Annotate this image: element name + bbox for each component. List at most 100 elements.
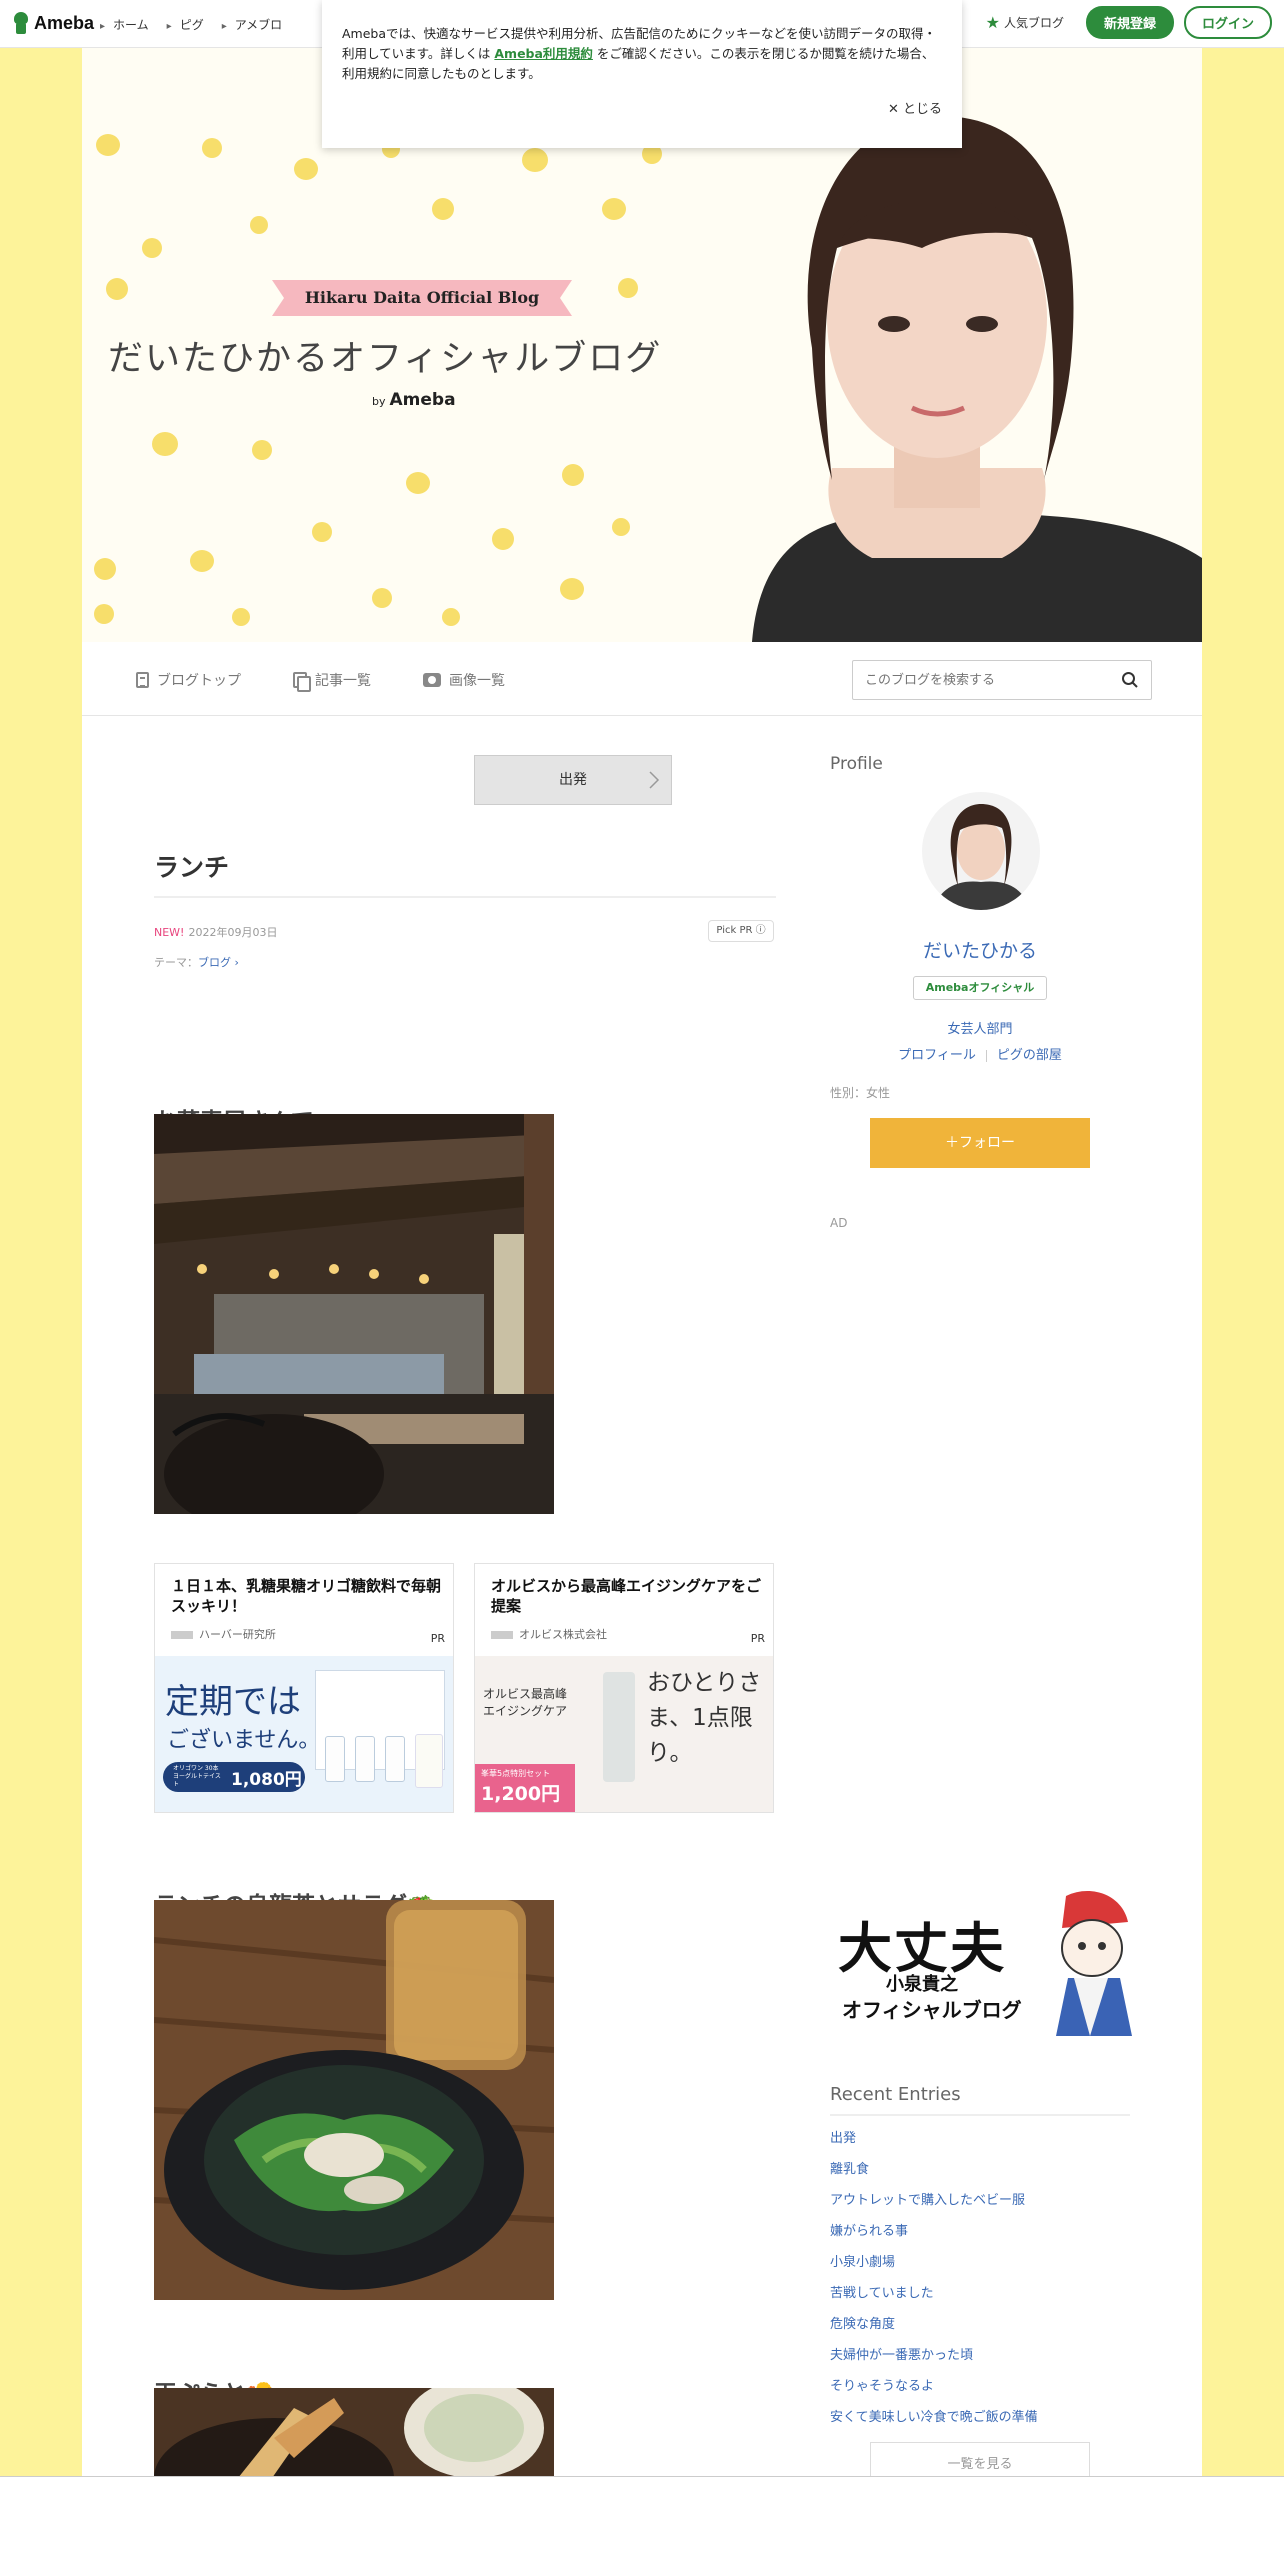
recent-entry-link[interactable]: そりゃそうなるよ: [830, 2376, 1038, 2407]
entry-date: 2022年09月03日: [188, 926, 278, 939]
ad-1-product: オリゴワン 30本 ヨーグルトテイスト: [173, 1765, 221, 1788]
pick-pr-button[interactable]: Pick PR ⓘ: [708, 920, 774, 942]
recent-entry-link[interactable]: 夫婦仲が一番悪かった頃: [830, 2345, 1038, 2376]
ad-2-sponsor: オルビス株式会社: [491, 1626, 607, 1642]
link-separator: [985, 1049, 987, 1062]
ad-card-2[interactable]: オルビスから最高峰エイジングケアをご提案 オルビス株式会社 PR オルビス最高峰…: [474, 1563, 774, 1813]
recent-entry-link[interactable]: アウトレットで購入したベビー服: [830, 2190, 1038, 2221]
search-icon[interactable]: [1121, 671, 1139, 689]
popular-blog-label: 人気ブログ: [1003, 16, 1064, 30]
ad-1-glass-image: [415, 1734, 443, 1788]
ad-2-bottle-image: [603, 1672, 635, 1782]
profile-name[interactable]: だいたひかる: [830, 936, 1130, 963]
bottom-bar: [0, 2476, 1284, 2568]
global-nav: ホーム ピグ アメブロ: [100, 16, 282, 33]
sponsor-logo-icon: [171, 1631, 193, 1639]
popular-blog-link[interactable]: ★ 人気ブログ: [986, 13, 1064, 32]
entries-icon: [293, 672, 311, 692]
star-icon: ★: [985, 13, 1000, 32]
subnav-image-list-label: 画像一覧: [449, 673, 505, 689]
subnav-blog-top-label: ブログトップ: [157, 673, 241, 689]
new-badge: NEW!: [154, 926, 185, 939]
side-blog-banner[interactable]: 大丈夫 小泉貴之 オフィシャルブログ: [830, 1884, 1132, 2036]
recent-entry-link[interactable]: 離乳食: [830, 2159, 1038, 2190]
side-banner-subtitle: オフィシャルブログ: [842, 1998, 1022, 2022]
blog-search-input[interactable]: [853, 661, 1103, 699]
ad-1-pr-label: PR: [430, 1632, 445, 1645]
ad-label: AD: [830, 1216, 848, 1230]
by-label: by: [372, 395, 386, 408]
side-banner-name: 小泉貴之: [886, 1974, 958, 1995]
ad-1-sponsor-name: ハーバー研究所: [199, 1628, 276, 1641]
profile-category[interactable]: 女芸人部門: [830, 1018, 1130, 1037]
ad-1-image-subline: ございません。: [167, 1728, 321, 1753]
ameba-logo-icon: [12, 12, 30, 34]
by-ameba-logo: by Ameba: [372, 390, 456, 410]
recent-entry-link[interactable]: 危険な角度: [830, 2314, 1038, 2345]
by-ameba-brand: Ameba: [389, 390, 456, 410]
terms-link[interactable]: Ameba利用規約: [494, 46, 593, 61]
entry-meta: NEW! 2022年09月03日: [154, 924, 277, 940]
theme-label: テーマ：: [154, 956, 198, 969]
ad-2-set: 峯華5点特別セット: [481, 1769, 551, 1778]
nav-ameblo[interactable]: アメブロ: [222, 16, 282, 33]
blog-title: だいたひかるオフィシャルブログ: [108, 339, 663, 379]
ad-2-image-right: おひとりさま、1点限り。: [647, 1670, 762, 1766]
recent-entries-heading: Recent Entries: [830, 2084, 961, 2105]
ad-2-image: オルビス最高峰エイジングケア おひとりさま、1点限り。 峯華5点特別セット 1,2…: [475, 1656, 773, 1812]
ad-card-1[interactable]: １日１本、乳糖果糖オリゴ糖飲料で毎朝スッキリ！ ハーバー研究所 PR 定期では …: [154, 1563, 454, 1813]
entry-photo-salad[interactable]: [154, 1900, 554, 2300]
ad-1-bottle-image: [325, 1736, 345, 1782]
entry-theme: テーマ：ブログ ›: [154, 954, 239, 970]
recent-entry-link[interactable]: 苦戦していました: [830, 2283, 1038, 2314]
chevron-right-icon: [649, 771, 660, 789]
entry-photo-restaurant[interactable]: [154, 1114, 554, 1514]
profile-avatar[interactable]: [922, 792, 1040, 910]
ad-2-price: 1,200円: [481, 1783, 561, 1805]
recent-entry-link[interactable]: 小泉小劇場: [830, 2252, 1038, 2283]
ameba-logo-text: Ameba: [34, 12, 95, 33]
ad-1-price: 1,080円: [231, 1769, 302, 1790]
follow-button[interactable]: ＋フォロー: [870, 1118, 1090, 1168]
account-nav: ★ 人気ブログ 新規登録 ログイン: [986, 6, 1272, 39]
login-button[interactable]: ログイン: [1183, 6, 1272, 39]
profile-gender: 性別：女性: [830, 1086, 891, 1100]
ameba-official-badge[interactable]: Amebaオフィシャル: [913, 976, 1047, 1000]
subnav-entry-list-label: 記事一覧: [315, 673, 371, 689]
subnav-image-list[interactable]: 画像一覧: [423, 670, 505, 690]
nav-pigg[interactable]: ピグ: [167, 16, 204, 33]
ad-2-price-box: 峯華5点特別セット 1,200円: [475, 1764, 575, 1812]
ad-1-sponsor: ハーバー研究所: [171, 1626, 276, 1642]
profile-link[interactable]: プロフィール: [898, 1048, 976, 1063]
sponsor-logo-icon: [491, 1631, 513, 1639]
camera-icon: [423, 673, 441, 687]
cookie-close-button[interactable]: ✕ とじる: [888, 100, 942, 120]
profile-heading: Profile: [830, 754, 883, 774]
ad-2-pr-label: PR: [750, 1632, 765, 1645]
recent-entry-link[interactable]: 嫌がられる事: [830, 2221, 1038, 2252]
profile-links: プロフィール ピグの部屋: [830, 1044, 1130, 1063]
blog-search-box: [852, 660, 1152, 700]
ameba-logo[interactable]: Ameba: [12, 12, 94, 34]
recent-entry-link[interactable]: 安くて美味しい冷食で晩ご飯の準備: [830, 2407, 1038, 2438]
cookie-notice: Amebaでは、快適なサービス提供や利用分析、広告配信のためにクッキーなどを使い…: [322, 0, 962, 148]
ad-2-image-left: オルビス最高峰エイジングケア: [483, 1687, 568, 1718]
signup-button[interactable]: 新規登録: [1085, 6, 1174, 39]
blog-subnav: ブログトップ 記事一覧 画像一覧: [82, 642, 1202, 716]
subnav-entry-list[interactable]: 記事一覧: [293, 670, 371, 692]
recent-entry-link[interactable]: 出発: [830, 2128, 1038, 2159]
ad-1-bottle-image: [355, 1736, 375, 1782]
nav-home[interactable]: ホーム: [100, 16, 149, 33]
prev-entry-label: 出発: [559, 772, 587, 788]
document-icon: [136, 672, 149, 688]
entry-title[interactable]: ランチ: [154, 848, 229, 884]
blog-english-title: Hikaru Daita Official Blog: [272, 280, 572, 316]
pigg-room-link[interactable]: ピグの部屋: [997, 1048, 1062, 1063]
recent-divider: [830, 2114, 1130, 2116]
ad-2-sponsor-name: オルビス株式会社: [519, 1628, 607, 1641]
subnav-blog-top[interactable]: ブログトップ: [136, 670, 241, 690]
prev-entry-button[interactable]: 出発: [474, 755, 672, 805]
ad-1-title: １日１本、乳糖果糖オリゴ糖飲料で毎朝スッキリ！: [171, 1577, 442, 1615]
theme-link[interactable]: ブログ ›: [198, 956, 239, 969]
header-portrait-image: [752, 115, 1202, 642]
